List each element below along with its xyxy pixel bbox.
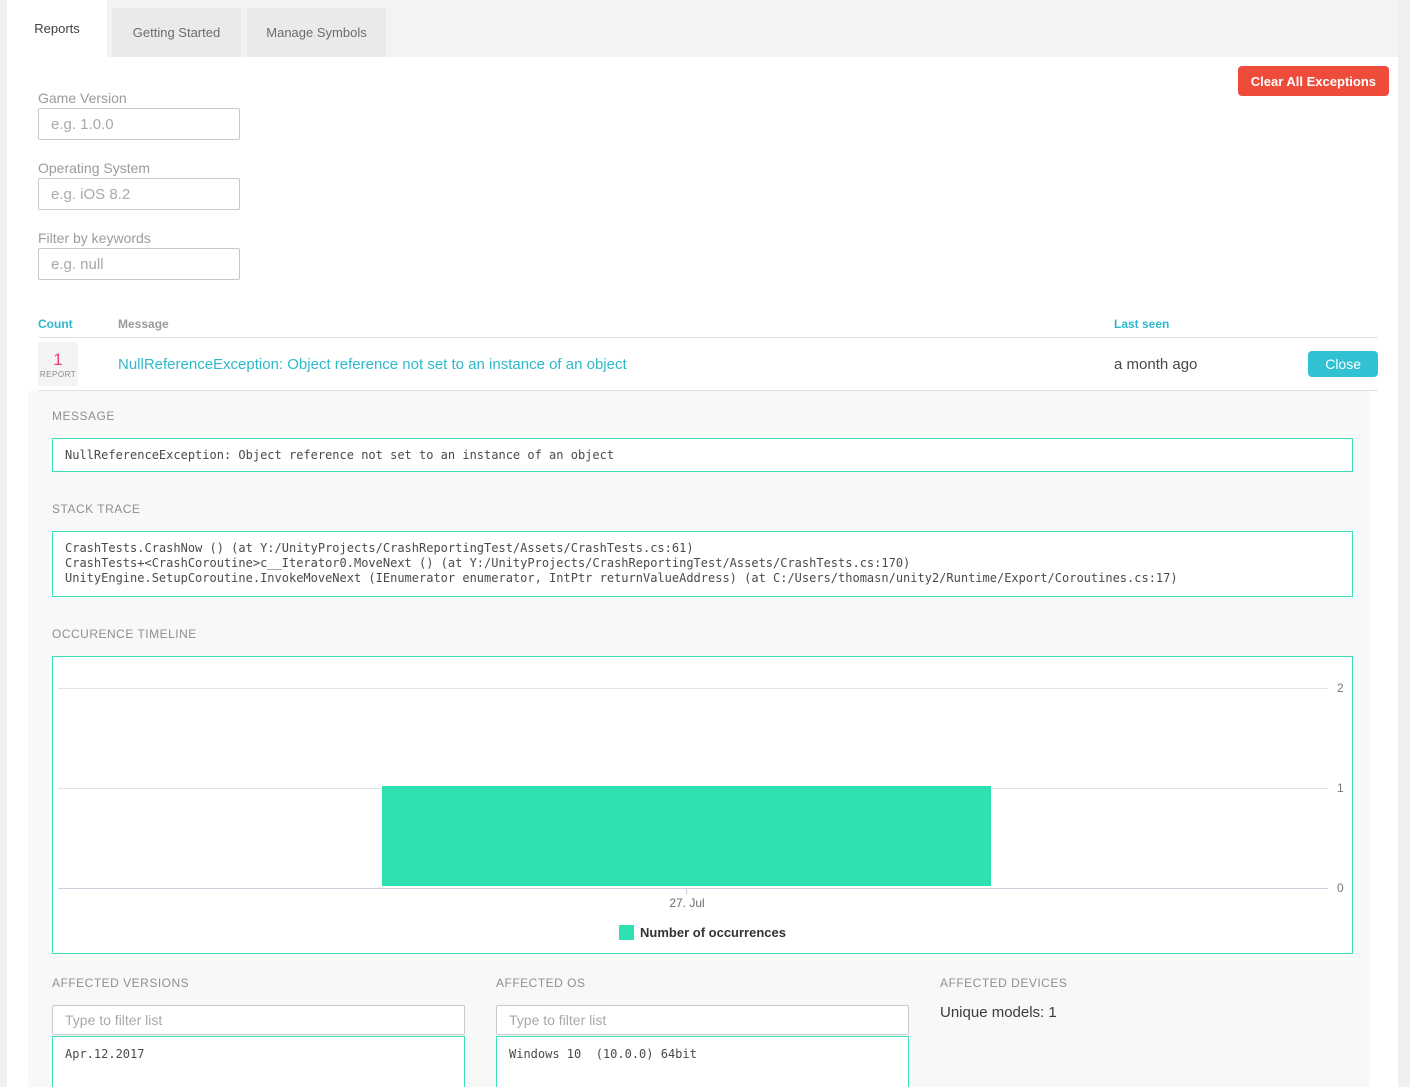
occurrence-bar xyxy=(382,786,991,886)
affected-devices-label: AFFECTED DEVICES xyxy=(940,976,1353,993)
affected-columns: AFFECTED VERSIONS Apr.12.2017 AFFECTED O… xyxy=(52,976,1353,1087)
table-header: Count Message Last seen xyxy=(38,310,1378,338)
game-version-label: Game Version xyxy=(38,90,1398,107)
affected-os-list: Windows 10 (10.0.0) 64bit xyxy=(496,1036,909,1087)
filter-form: Game Version Operating System Filter by … xyxy=(38,90,1398,280)
clear-all-exceptions-button[interactable]: Clear All Exceptions xyxy=(1238,66,1389,96)
operating-system-label: Operating System xyxy=(38,160,1398,177)
count-badge: 1 REPORT xyxy=(38,342,78,386)
tab-reports-label: Reports xyxy=(34,21,80,36)
tab-getting-started[interactable]: Getting Started xyxy=(112,8,241,57)
message-text: NullReferenceException: Object reference… xyxy=(65,448,614,462)
count-column-header: Count xyxy=(38,317,118,331)
count-value: 1 xyxy=(53,350,62,369)
affected-versions-filter-input[interactable] xyxy=(52,1005,465,1035)
tab-getting-started-label: Getting Started xyxy=(133,25,220,40)
affected-versions-section: AFFECTED VERSIONS Apr.12.2017 xyxy=(52,976,465,1087)
affected-os-section: AFFECTED OS Windows 10 (10.0.0) 64bit xyxy=(496,976,909,1087)
timeline-section-label: OCCURENCE TIMELINE xyxy=(52,627,1353,644)
main-window: Reports Getting Started Manage Symbols C… xyxy=(7,0,1398,1087)
message-section-label: MESSAGE xyxy=(52,409,1353,426)
exceptions-table: Count Message Last seen 1 REPORT NullRef… xyxy=(38,310,1378,391)
exception-detail-panel: MESSAGE NullReferenceException: Object r… xyxy=(28,391,1370,1087)
tab-reports[interactable]: Reports xyxy=(7,0,107,57)
count-unit-label: REPORT xyxy=(40,370,76,379)
message-box: NullReferenceException: Object reference… xyxy=(52,438,1353,472)
affected-os-label: AFFECTED OS xyxy=(496,976,909,993)
tab-bar: Reports Getting Started Manage Symbols xyxy=(7,0,1398,57)
operating-system-input[interactable] xyxy=(38,178,240,210)
affected-versions-list: Apr.12.2017 xyxy=(52,1036,465,1087)
y-axis-tick: 0 xyxy=(1337,881,1344,895)
last-seen-column-header: Last seen xyxy=(1114,317,1378,331)
stack-trace-section-label: STACK TRACE xyxy=(52,502,1353,519)
last-seen-value: a month ago xyxy=(1114,356,1308,373)
affected-os-item[interactable]: Windows 10 (10.0.0) 64bit xyxy=(509,1047,896,1061)
legend-label: Number of occurrences xyxy=(640,925,786,940)
occurrence-timeline-chart: 2 1 0 27. Jul Number of occurrences xyxy=(52,656,1353,954)
y-axis-tick: 2 xyxy=(1337,681,1344,695)
x-axis-tick-label: 27. Jul xyxy=(669,896,704,910)
last-seen-cell: a month ago Close xyxy=(1114,351,1378,377)
stack-trace-line: CrashTests.CrashNow () (at Y:/UnityProje… xyxy=(65,541,1340,556)
keywords-group: Filter by keywords xyxy=(38,230,1398,280)
affected-version-item[interactable]: Apr.12.2017 xyxy=(65,1047,452,1061)
close-button[interactable]: Close xyxy=(1308,351,1378,377)
game-version-group: Game Version xyxy=(38,90,1398,140)
affected-os-filter-input[interactable] xyxy=(496,1005,909,1035)
stack-trace-line: UnityEngine.SetupCoroutine.InvokeMoveNex… xyxy=(65,571,1340,586)
chart-legend: Number of occurrences xyxy=(53,925,1352,940)
operating-system-group: Operating System xyxy=(38,160,1398,210)
unique-models-text: Unique models: 1 xyxy=(940,1004,1353,1021)
x-axis-tick-mark xyxy=(686,888,687,894)
affected-versions-label: AFFECTED VERSIONS xyxy=(52,976,465,993)
exception-message-link[interactable]: NullReferenceException: Object reference… xyxy=(118,356,1114,373)
game-version-input[interactable] xyxy=(38,108,240,140)
tab-manage-symbols[interactable]: Manage Symbols xyxy=(247,8,386,57)
affected-devices-section: AFFECTED DEVICES Unique models: 1 xyxy=(940,976,1353,1087)
message-column-header: Message xyxy=(118,317,1114,331)
keywords-label: Filter by keywords xyxy=(38,230,1398,247)
y-axis-tick: 1 xyxy=(1337,781,1344,795)
x-axis-line: 0 xyxy=(58,888,1328,889)
stack-trace-line: CrashTests+<CrashCoroutine>c__Iterator0.… xyxy=(65,556,1340,571)
table-row: 1 REPORT NullReferenceException: Object … xyxy=(38,338,1378,391)
stack-trace-box: CrashTests.CrashNow () (at Y:/UnityProje… xyxy=(52,531,1353,597)
legend-swatch xyxy=(619,925,634,940)
tab-manage-symbols-label: Manage Symbols xyxy=(266,25,366,40)
gridline-2: 2 xyxy=(58,688,1328,689)
keywords-input[interactable] xyxy=(38,248,240,280)
